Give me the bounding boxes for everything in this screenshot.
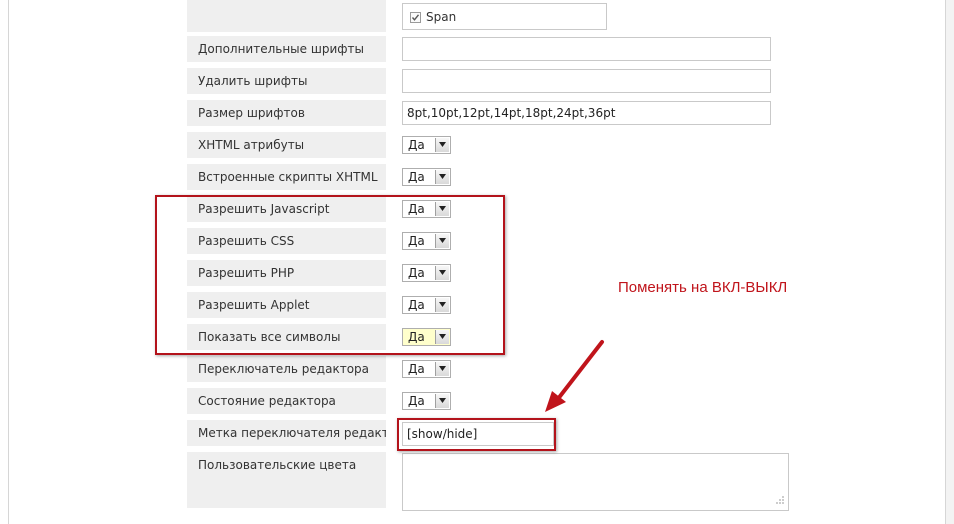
label-editor-toggle: Переключатель редактора bbox=[187, 356, 386, 382]
label-remove-fonts: Удалить шрифты bbox=[187, 68, 386, 94]
select-value: Да bbox=[408, 362, 425, 376]
annotation-arrow-icon bbox=[545, 340, 604, 412]
page-left-border bbox=[8, 0, 9, 524]
label-editor-state: Состояние редактора bbox=[187, 388, 386, 414]
select-value: Да bbox=[408, 138, 425, 152]
annotation-input-frame bbox=[397, 418, 556, 451]
label-xhtml-attributes: XHTML атрибуты bbox=[187, 132, 386, 158]
font-sizes-input[interactable]: 8pt,10pt,12pt,14pt,18pt,24pt,36pt bbox=[402, 101, 771, 125]
checkbox-checked-icon[interactable] bbox=[410, 12, 421, 23]
chevron-down-icon bbox=[439, 174, 446, 179]
select-dropdown-button[interactable] bbox=[435, 138, 449, 152]
chevron-down-icon bbox=[439, 366, 446, 371]
annotation-highlight-frame bbox=[155, 195, 505, 355]
chevron-down-icon bbox=[439, 142, 446, 147]
custom-colors-textarea[interactable] bbox=[402, 453, 789, 511]
page-scroll-strip[interactable] bbox=[946, 0, 954, 524]
select-dropdown-button[interactable] bbox=[435, 362, 449, 376]
label-inline-xhtml-scripts: Встроенные скрипты XHTML bbox=[187, 164, 386, 190]
select-dropdown-button[interactable] bbox=[435, 170, 449, 184]
select-value: Да bbox=[408, 394, 425, 408]
chevron-down-icon bbox=[439, 398, 446, 403]
label-custom-colors: Пользовательские цвета bbox=[187, 452, 386, 508]
additional-fonts-input[interactable] bbox=[402, 37, 771, 61]
remove-fonts-input[interactable] bbox=[402, 69, 771, 93]
xhtml-attributes-select[interactable]: Да bbox=[402, 136, 451, 154]
editor-toggle-select[interactable]: Да bbox=[402, 360, 451, 378]
label-cell-top-partial bbox=[187, 0, 386, 32]
inline-xhtml-scripts-select[interactable]: Да bbox=[402, 168, 451, 186]
select-dropdown-button[interactable] bbox=[435, 394, 449, 408]
annotation-note: Поменять на ВКЛ-ВЫКЛ bbox=[618, 279, 788, 296]
select-value: Да bbox=[408, 170, 425, 184]
editor-state-select[interactable]: Да bbox=[402, 392, 451, 410]
span-option-box: Span bbox=[402, 3, 607, 30]
label-font-sizes: Размер шрифтов bbox=[187, 100, 386, 126]
span-option-label: Span bbox=[426, 10, 457, 24]
label-additional-fonts: Дополнительные шрифты bbox=[187, 36, 386, 62]
resize-grip-icon[interactable] bbox=[774, 496, 784, 506]
label-editor-toggle-label: Метка переключателя редактора bbox=[187, 420, 386, 446]
